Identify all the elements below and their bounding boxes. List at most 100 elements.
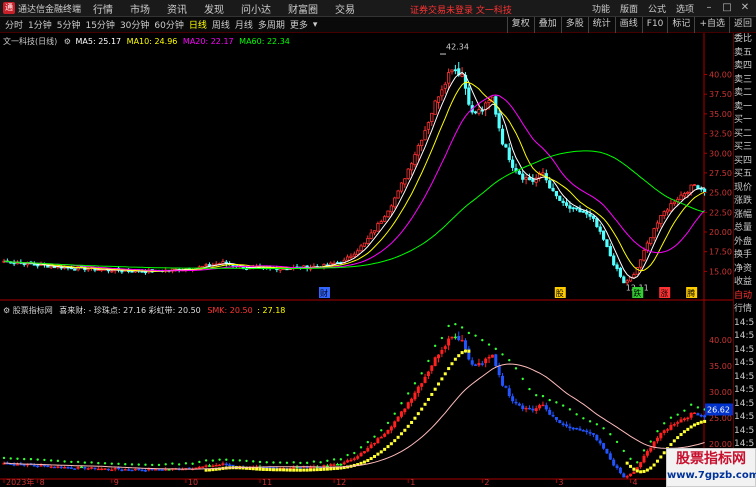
period-60min[interactable]: 60分钟 [154, 18, 183, 31]
menu-zixun[interactable]: 资讯 [167, 1, 187, 16]
side-item[interactable]: 买二 [734, 128, 756, 142]
menu-xuanxiang[interactable]: 选项 [676, 2, 694, 15]
sub-bar [423, 376, 427, 383]
minimize-icon[interactable]: – [700, 1, 718, 15]
side-item[interactable]: 总量 [734, 222, 756, 236]
pearl-dot [460, 326, 464, 329]
side-item[interactable]: 14:5 [734, 357, 756, 371]
side-item[interactable]: 卖五 [734, 47, 756, 61]
side-item[interactable]: 涨幅 [734, 209, 756, 223]
close-icon[interactable]: ✕ [736, 1, 754, 15]
maximize-icon[interactable]: □ [718, 1, 736, 15]
side-item[interactable]: 卖四 [734, 60, 756, 74]
multi-stock-button[interactable]: 多股 [560, 17, 588, 33]
quote-side-panel[interactable]: 委比 卖五 卖四 卖三 卖二 卖一 买一 买二 买三 买四 买五 现价 涨跌 涨幅 总量 外盘 换手 净资 收益 自动… [733, 33, 756, 487]
side-item[interactable]: 14:5 [734, 371, 756, 385]
gear-icon[interactable]: ⚙ [3, 306, 10, 315]
login-notice[interactable]: 证券交易未登录 文一科技 [410, 3, 512, 16]
period-1min[interactable]: 1分钟 [28, 18, 52, 31]
rainbow-band [632, 467, 636, 471]
side-item[interactable]: 买五 [734, 168, 756, 182]
tag-cai: 财 [320, 288, 328, 298]
sub-bar [578, 428, 582, 431]
period-weekly[interactable]: 周线 [212, 18, 230, 31]
overlay-button[interactable]: 叠加 [533, 17, 561, 33]
side-item[interactable]: 14:5 [734, 398, 756, 412]
period-15min[interactable]: 15分钟 [85, 18, 114, 31]
period-30min[interactable]: 30分钟 [120, 18, 149, 31]
sub-bar [612, 459, 616, 466]
sub-bar [554, 416, 558, 420]
side-item[interactable]: 卖一 [734, 101, 756, 115]
menu-gongshi[interactable]: 公式 [648, 2, 666, 15]
pearl-dot [555, 401, 558, 404]
side-item[interactable]: 14:5 [734, 384, 756, 398]
menu-gongneng[interactable]: 功能 [592, 2, 610, 15]
candle-body [207, 264, 212, 267]
side-item[interactable]: 外盘 [734, 236, 756, 250]
side-item[interactable]: 卖二 [734, 87, 756, 101]
f10-button[interactable]: F10 [641, 17, 668, 33]
side-item[interactable]: 收益 [734, 276, 756, 290]
menu-hangqing[interactable]: 行情 [93, 1, 113, 16]
fuquan-button[interactable]: 复权 [506, 17, 534, 33]
sub-bar [561, 423, 565, 425]
sub-bar [197, 466, 201, 469]
candle-body [612, 255, 616, 266]
sub-bar [130, 469, 134, 472]
period-daily[interactable]: 日线 [189, 18, 207, 31]
period-multi[interactable]: 多周期 [258, 18, 285, 31]
pearl-dot [16, 457, 19, 460]
period-5min[interactable]: 5分钟 [57, 18, 81, 31]
draw-line-button[interactable]: 画线 [614, 17, 642, 33]
side-item[interactable]: 14:5 [734, 411, 756, 425]
rainbow-band [329, 467, 333, 471]
rainbow-band [298, 468, 302, 472]
pearl-dot [63, 460, 66, 463]
side-item[interactable]: 换手 [734, 249, 756, 263]
side-item[interactable]: 买一 [734, 114, 756, 128]
kline-chart[interactable]: 40.00 37.50 35.00 32.50 30.00 27.50 25.00 22.50… [0, 33, 733, 487]
menu-jiaoyi[interactable]: 交易 [335, 1, 355, 16]
period-more[interactable]: 更多 [290, 18, 308, 31]
side-item[interactable]: 买四 [734, 155, 756, 169]
statistics-button[interactable]: 统计 [587, 17, 615, 33]
menu-shichang[interactable]: 市场 [130, 1, 150, 16]
candle-body [665, 209, 670, 213]
side-item[interactable]: 委比 [734, 33, 756, 47]
sub-bar [117, 467, 121, 470]
rainbow-band [635, 469, 639, 473]
side-item[interactable]: 14:5 [734, 344, 756, 358]
pearl-dot [615, 440, 619, 444]
side-item[interactable]: 净资 [734, 263, 756, 277]
menu-banmian[interactable]: 版面 [620, 2, 638, 15]
side-item[interactable]: 14:5 [734, 317, 756, 331]
add-watchlist-button[interactable]: +自选 [694, 17, 729, 33]
candle-body [541, 172, 545, 175]
back-button[interactable]: 返回 [728, 17, 756, 33]
menu-caifuquan[interactable]: 财富圈 [288, 1, 318, 16]
pearl-dot [528, 387, 531, 391]
sub-bar [591, 433, 595, 435]
period-monthly[interactable]: 月线 [235, 18, 253, 31]
menu-wenxiaoda[interactable]: 问小达 [241, 1, 271, 16]
mark-button[interactable]: 标记 [667, 17, 694, 33]
menu-faxian[interactable]: 发现 [204, 1, 224, 16]
sub-bar [214, 464, 218, 467]
chart-area[interactable]: 40.00 37.50 35.00 32.50 30.00 27.50 25.00 22.50… [0, 33, 733, 487]
side-item[interactable]: 买三 [734, 141, 756, 155]
side-item[interactable]: 自动 [734, 290, 756, 304]
candle-body [15, 262, 20, 265]
side-item[interactable]: 涨跌 [734, 195, 756, 209]
sub-bar [501, 375, 505, 386]
side-item[interactable]: 14:5 [734, 330, 756, 344]
candle-body [204, 264, 208, 267]
chevron-down-icon[interactable]: ▾ [313, 20, 318, 30]
period-fenshi[interactable]: 分时 [5, 18, 23, 31]
side-item[interactable]: 14:5 [734, 425, 756, 439]
side-item[interactable]: 行情 [734, 303, 756, 317]
sub-bar [517, 403, 521, 406]
side-item[interactable]: 现价 [734, 182, 756, 196]
gear-icon[interactable]: ⚙ [64, 37, 71, 46]
side-item[interactable]: 卖三 [734, 74, 756, 88]
